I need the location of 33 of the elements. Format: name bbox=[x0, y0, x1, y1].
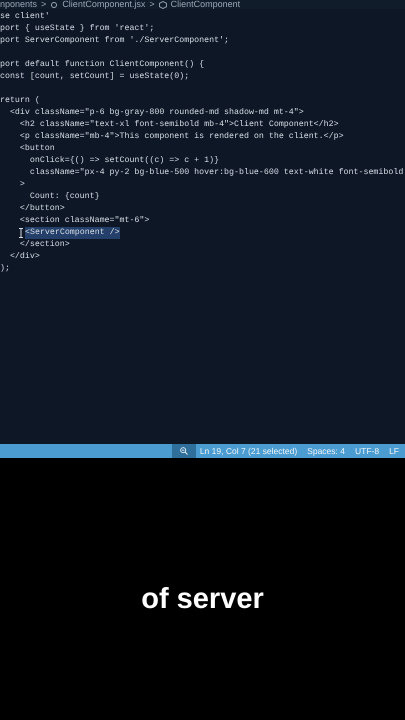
breadcrumb-item[interactable]: nponents bbox=[0, 0, 38, 9]
code-line: <div className="p-6 bg-gray-800 rounded-md shadow-md mt-4"> bbox=[8, 106, 304, 119]
line-ending[interactable]: LF bbox=[389, 444, 399, 458]
code-line: className="px-4 py-2 bg-blue-500 hover:bg-blue-600 text-white font-semibold bbox=[28, 166, 404, 179]
code-line: </div> bbox=[8, 250, 40, 263]
zoom-out-icon bbox=[180, 447, 188, 455]
code-line: <button bbox=[18, 142, 55, 155]
code-line: se client' bbox=[0, 10, 50, 23]
breadcrumb-separator: > bbox=[149, 0, 155, 9]
code-line: port { useState } from 'react'; bbox=[0, 22, 154, 35]
indentation-setting[interactable]: Spaces: 4 bbox=[307, 444, 345, 458]
code-line: </section> bbox=[18, 238, 70, 251]
text-cursor-icon bbox=[18, 228, 24, 238]
cube-icon bbox=[158, 0, 167, 8]
code-line: const [count, setCount] = useState(0); bbox=[0, 70, 190, 83]
code-line: <p className="mb-4">This component is rendered on the client.</p> bbox=[18, 130, 344, 143]
breadcrumb-item[interactable]: ClientComponent.jsx bbox=[62, 0, 146, 9]
breadcrumb-item[interactable]: ClientComponent bbox=[170, 0, 240, 9]
code-line: Count: {count} bbox=[28, 190, 100, 203]
encoding[interactable]: UTF-8 bbox=[354, 444, 380, 458]
breadcrumb-separator: > bbox=[41, 0, 46, 9]
caption: of server bbox=[141, 582, 264, 618]
code-line: <section className="mt-6"> bbox=[18, 214, 150, 227]
code-line: return ( bbox=[0, 94, 40, 107]
code-line: </button> bbox=[18, 202, 65, 215]
code-line: <h2 className="text-xl font-semibold mb-4">Client Component</h2> bbox=[18, 118, 339, 131]
zoom-button[interactable] bbox=[172, 444, 196, 458]
code-line: onClick={() => setCount((c) => c + 1)} bbox=[28, 154, 220, 167]
code-line: port ServerComponent from './ServerComponent'; bbox=[0, 34, 230, 47]
code-line: > bbox=[18, 178, 25, 191]
cursor-position[interactable]: Ln 19, Col 7 (21 selected) bbox=[200, 444, 298, 458]
code-line: ); bbox=[0, 262, 10, 275]
code-line: port default function ClientComponent() { bbox=[0, 58, 204, 71]
